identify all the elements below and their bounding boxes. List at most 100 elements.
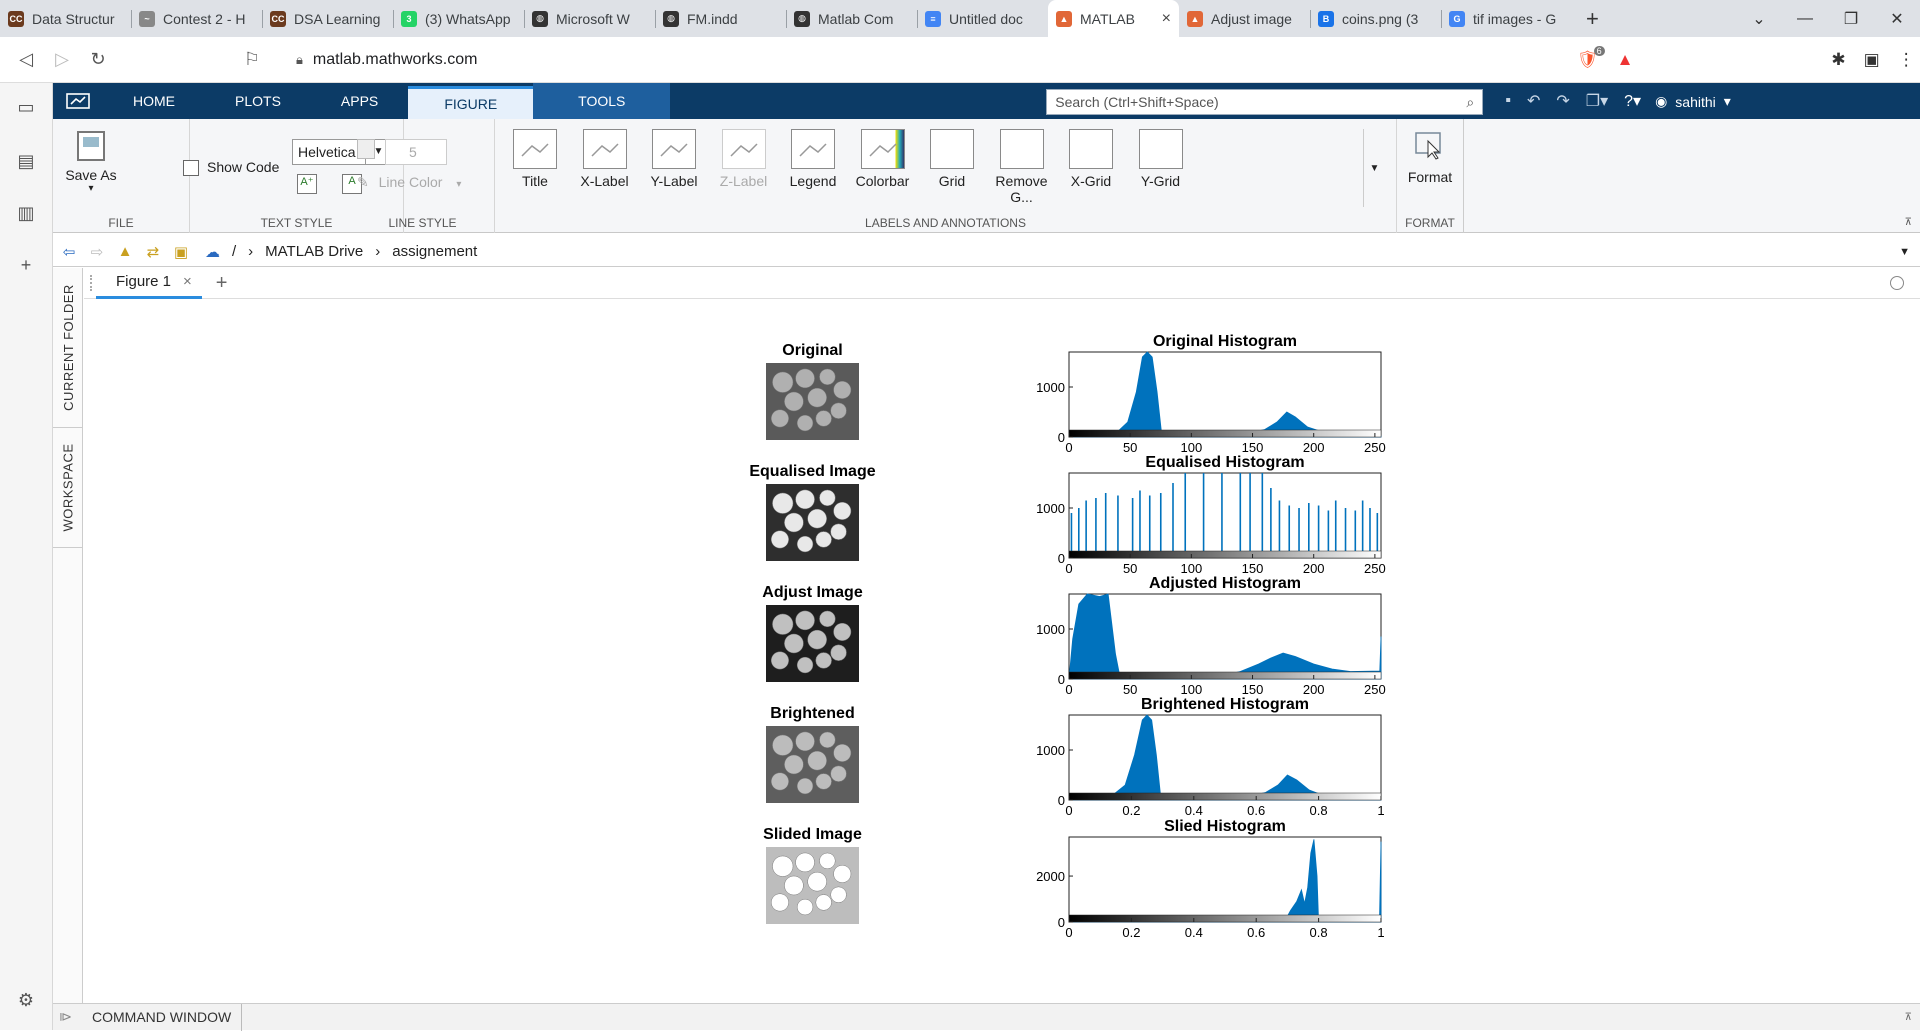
path-dropdown-icon[interactable]: ▼ [1899,246,1910,258]
up-folder-icon[interactable]: ▲ [111,243,139,260]
x-label-button[interactable]: X-Label [573,129,637,189]
close-icon[interactable]: × [183,273,192,290]
browser-tab[interactable]: CC DSA Learning [262,0,393,37]
image-title: Equalised Image [749,463,875,480]
wallet-rail-icon[interactable]: ▤ [14,151,38,175]
browser-tab[interactable]: ◍ Matlab Com [786,0,917,37]
matlab-search-input[interactable]: Search (Ctrl+Shift+Space) ⌕ [1046,89,1484,115]
font-increase-icon[interactable]: A⁺ [297,174,317,194]
redo-icon[interactable]: ↷ [1556,91,1569,111]
user-menu[interactable]: ◉ sahithi ▾ [1655,93,1731,110]
help-icon[interactable]: ?▾ [1624,91,1641,111]
tab-tools[interactable]: TOOLS [533,83,671,119]
tab-figure[interactable]: FIGURE [408,86,534,119]
x-tick-label: 0.2 [1122,925,1140,940]
cloud-drive-icon[interactable]: ☁ [205,243,220,261]
browse-folder-icon[interactable]: ⇄ [139,243,167,261]
brave-rewards-icon[interactable]: ▲ [1617,50,1634,70]
add-figure-icon[interactable]: + [216,272,228,295]
remove-grid-button[interactable]: Remove G... [990,129,1054,205]
close-window-icon[interactable]: ✕ [1874,9,1920,29]
expand-icon[interactable]: ⧐ [59,1009,72,1025]
show-code-checkbox[interactable] [183,160,199,176]
close-tab-icon[interactable]: × [1162,10,1171,28]
reading-list-icon[interactable]: ▥ [14,203,38,227]
collapse-icon[interactable]: ⊼ [1905,1012,1912,1023]
tab-current-folder[interactable]: CURRENT FOLDER [53,268,83,428]
back-icon[interactable]: ◁ [8,49,44,70]
tab-home[interactable]: HOME [103,83,205,119]
coin [819,852,836,870]
wallet-icon[interactable]: ▣ [1864,50,1880,70]
format-button[interactable]: Format [1401,131,1459,185]
browser-tab[interactable]: Gtif images - G [1441,0,1572,37]
minimize-icon[interactable]: — [1782,10,1828,28]
browser-tab[interactable]: 3 (3) WhatsApp [393,0,524,37]
x-tick-label: 100 [1181,440,1203,455]
tab-plots[interactable]: PLOTS [205,83,311,119]
breadcrumb-root[interactable]: / [232,243,236,260]
format-group: Format FORMAT [1397,119,1464,233]
save-as-button[interactable]: Save As ▾ [55,131,127,194]
chevron-right-icon: › [248,243,254,260]
menu-icon[interactable]: ⋮ [1898,50,1915,70]
chevron-right-icon: › [375,243,381,260]
browser-tab[interactable]: ≡ Untitled doc [917,0,1048,37]
grid-button[interactable]: Grid [920,129,984,189]
browser-tab[interactable]: ▲ MATLAB × [1048,0,1179,37]
colorbar-button[interactable]: Colorbar [851,129,915,189]
bookmark-icon[interactable]: ⚐ [234,49,270,70]
video-icon[interactable]: ▭ [14,97,38,121]
reload-icon[interactable]: ↻ [80,49,116,70]
brave-shield-icon[interactable]: 🛡︎ 6 [1577,45,1605,70]
legend-button[interactable]: Legend [781,129,845,189]
line-width-spinner[interactable]: 5 [385,139,447,165]
url-field[interactable]: 🔒︎ matlab.mathworks.com [286,44,1561,76]
tab-search-icon[interactable]: ⌄ [1736,9,1782,29]
window-layout-icon[interactable]: ❐▾ [1586,91,1608,111]
coin [796,898,814,916]
x-tick-label: 100 [1181,682,1203,697]
matlab-logo-icon[interactable] [53,83,103,119]
undo-icon[interactable]: ↶ [1527,91,1540,111]
back-arrow-icon[interactable]: ⇦ [55,243,83,261]
add-panel-icon[interactable]: + [14,255,38,279]
browser-tab[interactable]: ◍ Microsoft W [524,0,655,37]
breadcrumb-assignement[interactable]: assignement [392,243,477,260]
breadcrumb-matlab-drive[interactable]: MATLAB Drive [265,243,363,260]
browser-tab[interactable]: CC Data Structur [0,0,131,37]
chevron-down-icon: ▾ [456,179,462,190]
browser-tab[interactable]: ◍ FM.indd [655,0,786,37]
forward-icon[interactable]: ▷ [44,49,80,70]
browser-tab[interactable]: ~ Contest 2 - H [131,0,262,37]
tab-workspace[interactable]: WORKSPACE [53,428,83,548]
tab-title: Untitled doc [949,10,1023,27]
open-folder-icon[interactable]: ▣ [167,243,195,261]
new-tab-button[interactable]: + [1572,0,1613,37]
gallery-expand-icon[interactable]: ▼ [1363,129,1385,207]
forward-arrow-icon[interactable]: ⇨ [83,243,111,261]
title-button[interactable]: Title [503,129,567,189]
restore-icon[interactable]: ❐ [1828,9,1874,29]
save-icon[interactable]: ▪ [1505,92,1511,110]
x-grid-button[interactable]: X-Grid [1059,129,1123,189]
histogram-axes [1068,472,1382,559]
extensions-icon[interactable]: ✱ [1831,50,1845,70]
collapse-ribbon-icon[interactable]: ⊼ [1905,217,1912,228]
command-window-bar[interactable]: ⧐ COMMAND WINDOW ⊼ [53,1003,1920,1031]
coin [795,610,815,631]
figure-options-icon[interactable] [1890,276,1904,290]
settings-gear-icon[interactable]: ⚙ [14,990,38,1014]
y-grid-label: Y-Grid [1140,173,1181,189]
tab-apps[interactable]: APPS [311,83,408,119]
browser-tab[interactable]: ▲ Adjust image [1179,0,1310,37]
y-label-button[interactable]: Y-Label [642,129,706,189]
browser-extensions: 🛡︎ 6 ▲ ✱ ▣ ⋮ [1577,45,1915,70]
z-label-button[interactable]: Z-Label [712,129,776,189]
x-tick-label: 150 [1242,682,1264,697]
file-group: Save As ▾ FILE [53,119,190,233]
tab-figure-1[interactable]: Figure 1 × [96,268,202,299]
browser-tab[interactable]: Bcoins.png (3 [1310,0,1441,37]
line-color-button[interactable]: ✎ Line Color ▾ [357,174,461,191]
y-grid-button[interactable]: Y-Grid [1129,129,1193,189]
